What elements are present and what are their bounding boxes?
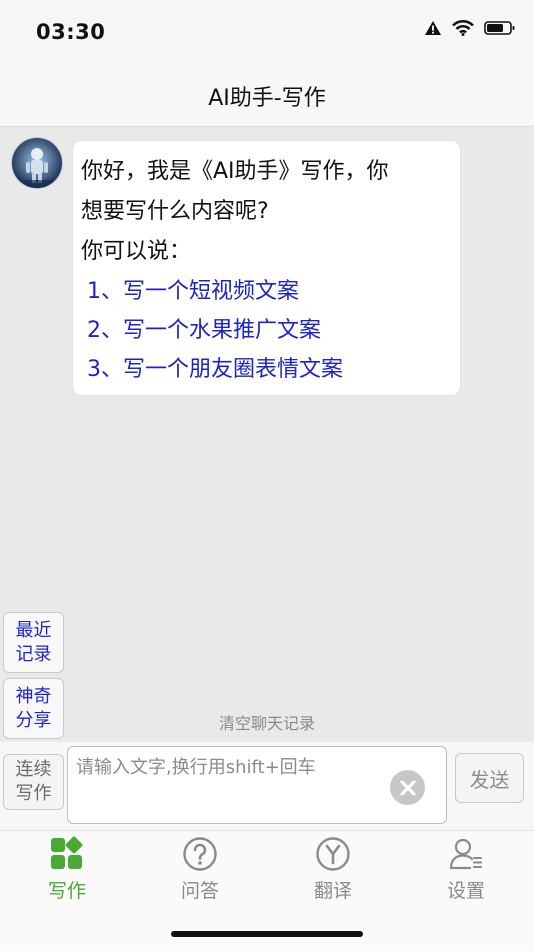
- warning-icon: [425, 21, 441, 35]
- clear-chat-history-link[interactable]: 清空聊天记录: [0, 710, 534, 734]
- send-button[interactable]: 发送: [455, 753, 524, 803]
- recent-records-button[interactable]: 最近 记录: [3, 612, 64, 673]
- write-grid-icon: [51, 836, 83, 869]
- wifi-icon: [452, 20, 474, 36]
- message-line: 你可以说：: [81, 239, 192, 264]
- tab-translate-label: 翻译: [313, 880, 352, 902]
- translate-icon: [316, 837, 350, 871]
- suggestion-link-moments-emoji[interactable]: 3、写一个朋友圈表情文案: [87, 351, 343, 383]
- navigation-bar: AI助手-写作: [0, 66, 534, 127]
- tab-write-label: 写作: [47, 880, 86, 902]
- clear-input-button[interactable]: [390, 770, 425, 805]
- tab-settings[interactable]: 设置: [411, 836, 521, 906]
- user-settings-icon: [449, 838, 482, 870]
- recent-records-label-line2: 记录: [15, 643, 52, 665]
- chat-area[interactable]: 你好，我是《AI助手》写作，你 想要写什么内容呢? 你可以说： 1、写一个短视频…: [0, 127, 534, 742]
- question-circle-icon: [183, 837, 217, 871]
- continue-writing-label-line2: 写作: [15, 783, 52, 804]
- assistant-message-bubble: 你好，我是《AI助手》写作，你 想要写什么内容呢? 你可以说： 1、写一个短视频…: [73, 141, 460, 395]
- page-title: AI助手-写作: [208, 86, 326, 111]
- assistant-avatar: [11, 137, 63, 189]
- recent-records-label-line1: 最近: [15, 619, 52, 641]
- status-icons: [424, 20, 516, 36]
- message-line: 你好，我是《AI助手》写作，你: [81, 159, 389, 184]
- status-time: 03:30: [36, 20, 106, 44]
- tab-qa[interactable]: 问答: [145, 836, 255, 906]
- battery-icon: [484, 21, 515, 35]
- magic-share-label-line1: 神奇: [15, 685, 52, 707]
- tab-write[interactable]: 写作: [12, 836, 122, 906]
- status-bar: 03:30: [0, 0, 534, 66]
- tab-qa-label: 问答: [180, 880, 219, 902]
- home-indicator[interactable]: [171, 931, 363, 937]
- continue-writing-button[interactable]: 连续 写作: [3, 754, 64, 810]
- suggestion-link-short-video[interactable]: 1、写一个短视频文案: [87, 273, 299, 305]
- tab-settings-label: 设置: [446, 880, 485, 902]
- continue-writing-label-line1: 连续: [15, 759, 52, 780]
- input-bar: 连续 写作 发送: [0, 742, 534, 830]
- close-icon: [399, 779, 416, 796]
- suggestion-link-fruit-promo[interactable]: 2、写一个水果推广文案: [87, 312, 321, 344]
- robot-avatar-icon: [12, 138, 62, 188]
- tab-translate[interactable]: 翻译: [278, 836, 388, 906]
- message-line: 想要写什么内容呢?: [81, 199, 269, 224]
